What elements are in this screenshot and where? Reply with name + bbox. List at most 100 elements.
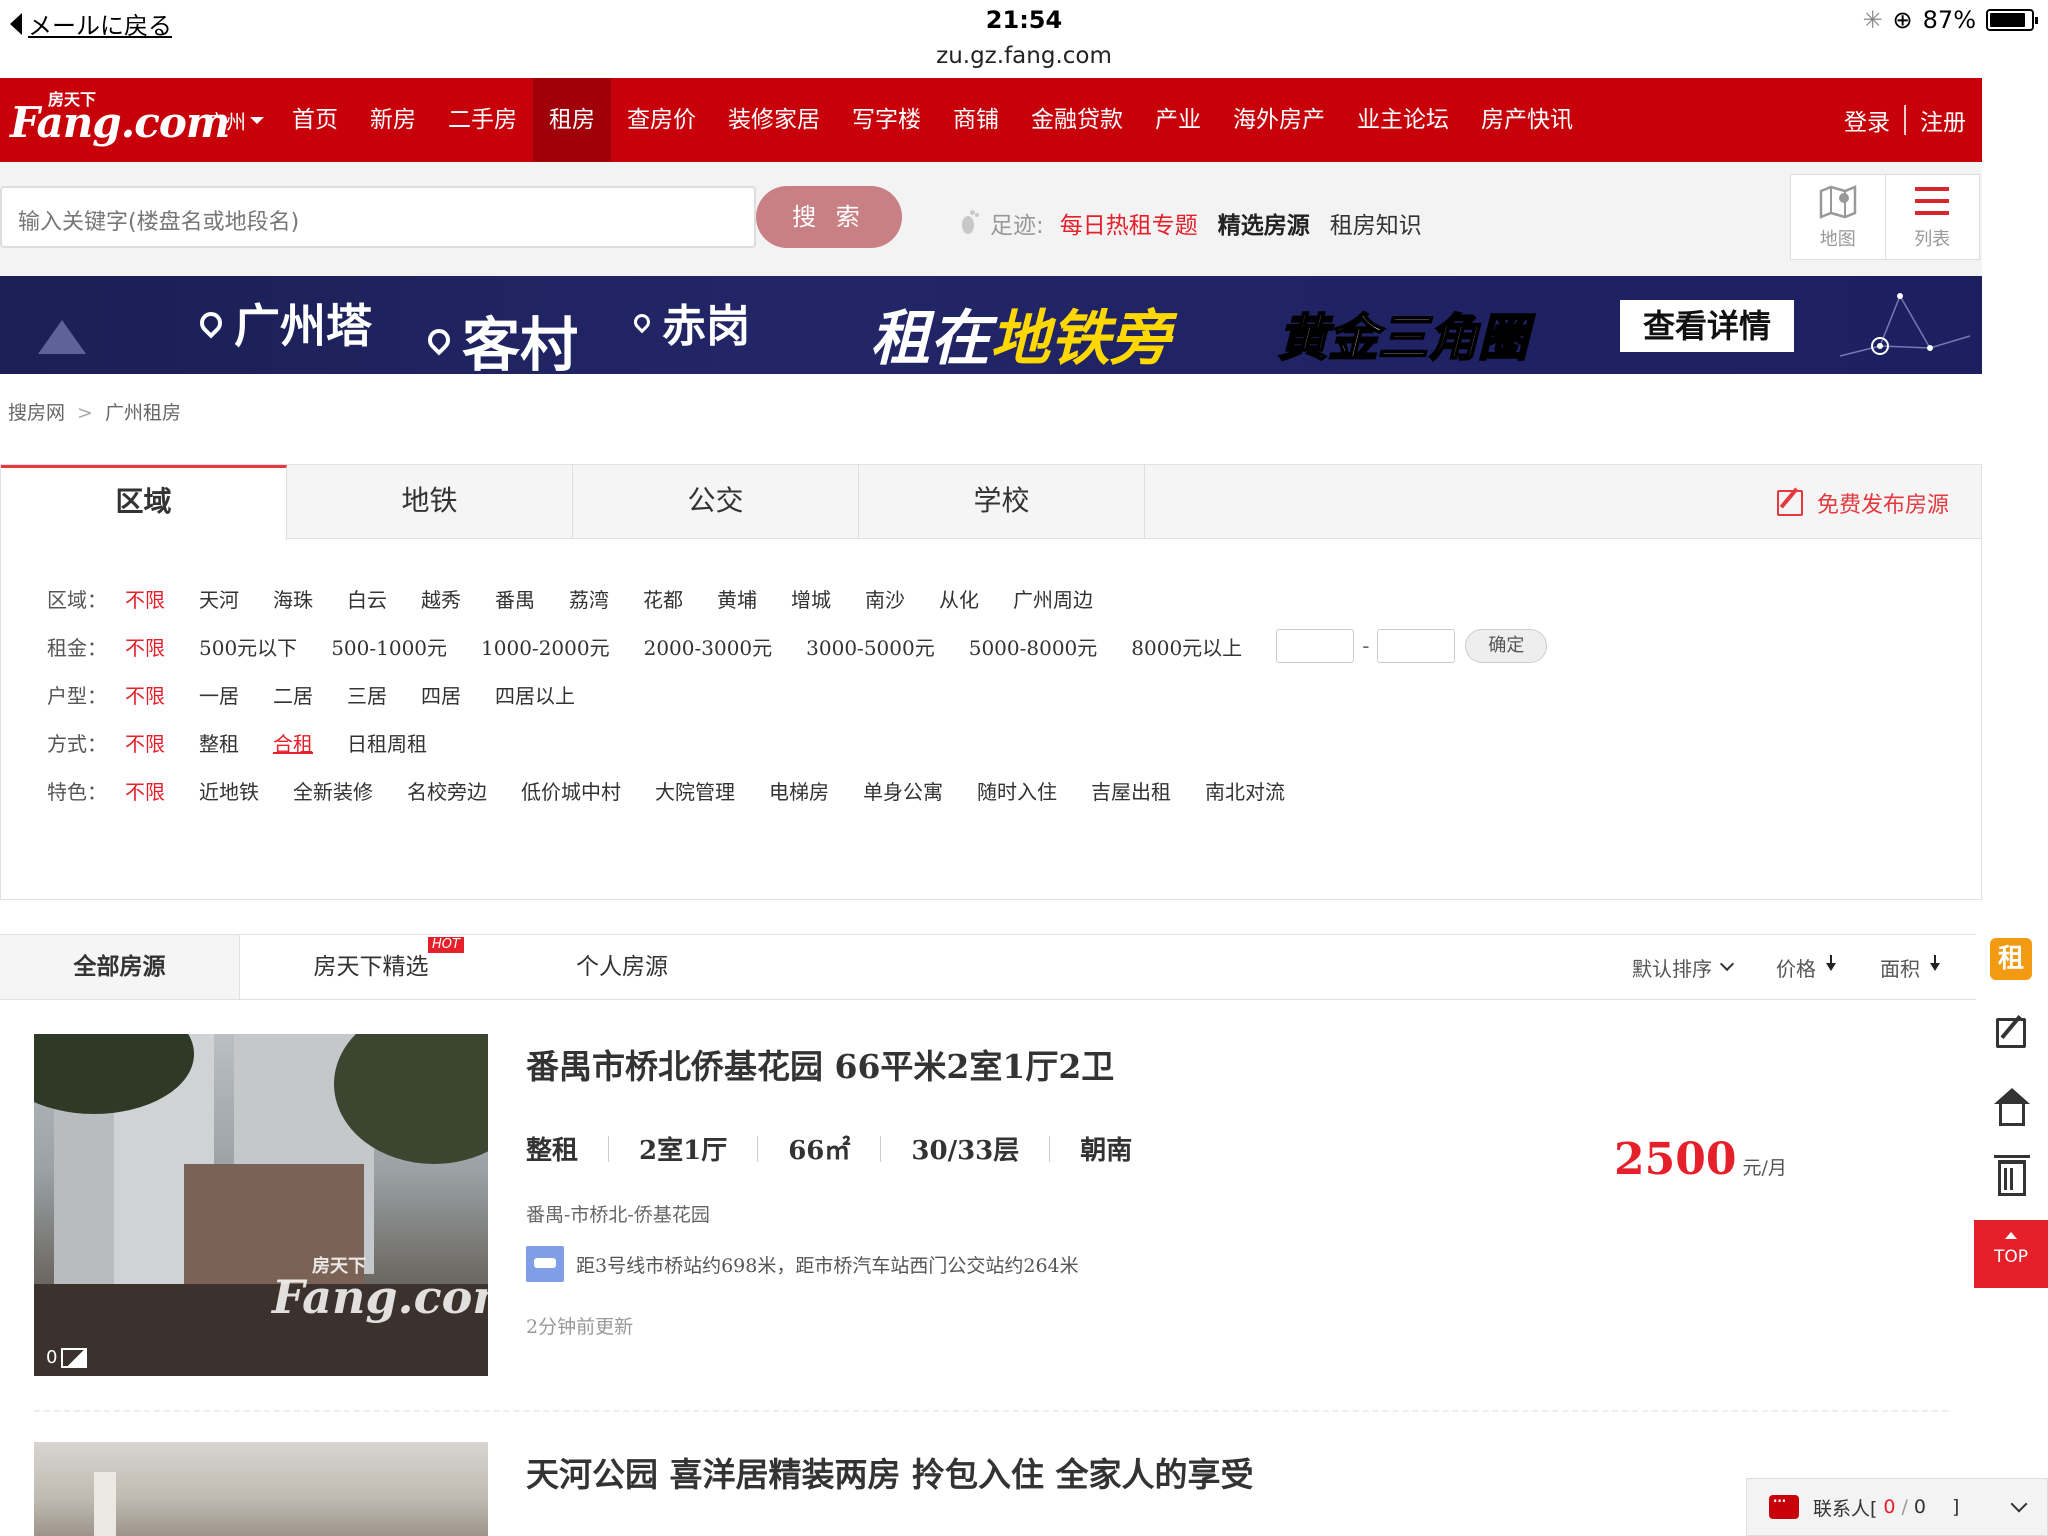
listing-title[interactable]: 番禺市桥北侨基花园 66平米2室1厅2卫 (526, 1040, 1114, 1088)
nav-item-0[interactable]: 首页 (276, 78, 354, 162)
filter-option[interactable]: 广州周边 (1013, 584, 1093, 613)
contact-label: 联系人[ (1813, 1497, 1878, 1520)
filter-option[interactable]: 不限 (125, 632, 165, 661)
filter-option[interactable]: 不限 (125, 584, 165, 613)
filter-option[interactable]: 白云 (347, 584, 387, 613)
confirm-price-button[interactable]: 确定 (1465, 629, 1548, 663)
filter-option[interactable]: 增城 (791, 584, 831, 613)
filter-tab-3[interactable]: 学校 (859, 465, 1145, 539)
listing-card[interactable]: 房天下Fang.com 0 番禺市桥北侨基花园 66平米2室1厅2卫 整租 2室1… (34, 1034, 1949, 1380)
filter-option[interactable]: 名校旁边 (407, 776, 487, 805)
chevron-down-icon[interactable] (2010, 1495, 2028, 1513)
nav-item-2[interactable]: 二手房 (432, 78, 533, 162)
tab-all-listings[interactable]: 全部房源 (0, 935, 240, 999)
sort-area[interactable]: 面积 (1880, 953, 1940, 982)
delete-shortcut-button[interactable] (1974, 1144, 2048, 1216)
listing-photo[interactable]: 房天下Fang.com 0 (34, 1034, 488, 1376)
nav-item-5[interactable]: 装修家居 (712, 78, 836, 162)
filter-option[interactable]: 一居 (199, 680, 239, 709)
hot-rent-topic-link[interactable]: 每日热租专题 (1060, 206, 1198, 240)
filter-option[interactable]: 电梯房 (769, 776, 829, 805)
sort-price[interactable]: 价格 (1776, 953, 1836, 982)
filter-option[interactable]: 3000-5000元 (806, 632, 935, 661)
nav-item-3[interactable]: 租房 (533, 78, 611, 162)
filter-option[interactable]: 500元以下 (199, 632, 297, 661)
publish-shortcut-button[interactable] (1974, 1000, 2048, 1072)
back-to-top-button[interactable]: TOP (1974, 1220, 2048, 1288)
filter-option[interactable]: 越秀 (421, 584, 461, 613)
filter-option[interactable]: 二居 (273, 680, 313, 709)
filter-option[interactable]: 8000元以上 (1131, 632, 1242, 661)
filter-tab-0[interactable]: 区域 (1, 465, 287, 540)
nav-item-4[interactable]: 查房价 (611, 78, 712, 162)
list-view-button[interactable]: 列表 (1886, 175, 1980, 259)
filter-option[interactable]: 天河 (199, 584, 239, 613)
filter-option[interactable]: 大院管理 (655, 776, 735, 805)
filter-option[interactable]: 1000-2000元 (481, 632, 610, 661)
filter-option[interactable]: 海珠 (273, 584, 313, 613)
filter-option[interactable]: 整租 (199, 728, 239, 757)
nav-item-1[interactable]: 新房 (354, 78, 432, 162)
contact-bar[interactable]: 联系人[ 0 / 0 ] (1746, 1478, 2048, 1536)
filter-option[interactable]: 不限 (125, 776, 165, 805)
search-button[interactable]: 搜 索 (756, 186, 902, 248)
fang-logo[interactable]: 房天下 Fang.com (0, 78, 230, 162)
listing-transit: 距3号线市桥站约698米，距市桥汽车站西门公交站约264米 (526, 1246, 1079, 1282)
nav-item-12[interactable]: 房产快讯 (1465, 78, 1589, 162)
listing-photo[interactable] (34, 1442, 488, 1536)
filter-option[interactable]: 合租 (273, 728, 313, 757)
filter-tab-1[interactable]: 地铁 (287, 465, 573, 539)
tab-personal-listings[interactable]: 个人房源 (560, 935, 684, 999)
filter-option[interactable]: 吉屋出租 (1091, 776, 1171, 805)
publish-listing-link[interactable]: 免费发布房源 (1776, 487, 1949, 519)
filter-option[interactable]: 不限 (125, 680, 165, 709)
filter-option[interactable]: 从化 (939, 584, 979, 613)
filter-option[interactable]: 不限 (125, 728, 165, 757)
filter-option[interactable]: 四居以上 (495, 680, 575, 709)
filter-option[interactable]: 全新装修 (293, 776, 373, 805)
tab-fang-selected[interactable]: 房天下精选 (296, 935, 446, 999)
filter-option[interactable]: 5000-8000元 (969, 632, 1098, 661)
nav-item-11[interactable]: 业主论坛 (1341, 78, 1465, 162)
search-input[interactable]: 输入关键字(楼盘名或地段名) (0, 186, 756, 248)
nav-item-9[interactable]: 产业 (1139, 78, 1217, 162)
rent-knowledge-link[interactable]: 租房知识 (1330, 206, 1422, 240)
min-price-input[interactable] (1276, 629, 1355, 663)
url-bar[interactable]: zu.gz.fang.com (0, 40, 2048, 78)
nav-item-6[interactable]: 写字楼 (836, 78, 937, 162)
nav-item-10[interactable]: 海外房产 (1217, 78, 1341, 162)
featured-listings-link[interactable]: 精选房源 (1218, 206, 1310, 240)
login-link[interactable]: 登录 (1844, 103, 1890, 137)
filter-option[interactable]: 单身公寓 (863, 776, 943, 805)
max-price-input[interactable] (1377, 629, 1456, 663)
filter-option[interactable]: 500-1000元 (331, 632, 447, 661)
filter-option[interactable]: 花都 (643, 584, 683, 613)
filter-tab-2[interactable]: 公交 (573, 465, 859, 539)
nav-item-7[interactable]: 商铺 (937, 78, 1015, 162)
filter-option[interactable]: 日租周租 (347, 728, 427, 757)
map-view-button[interactable]: 地图 (1791, 175, 1886, 259)
sort-default[interactable]: 默认排序 (1632, 953, 1735, 982)
filter-option[interactable]: 四居 (421, 680, 461, 709)
filter-option[interactable]: 番禺 (495, 584, 535, 613)
filter-option[interactable]: 南沙 (865, 584, 905, 613)
filter-option[interactable]: 荔湾 (569, 584, 609, 613)
banner-detail-button[interactable]: 查看详情 (1620, 300, 1794, 352)
publish-label: 免费发布房源 (1816, 493, 1949, 518)
nav-item-8[interactable]: 金融贷款 (1015, 78, 1139, 162)
house-shortcut-button[interactable] (1974, 1072, 2048, 1144)
promo-banner[interactable]: 广州塔 客村 赤岗 租在地铁旁 黄金三角圈 查看详情 (0, 276, 1982, 374)
filter-option[interactable]: 2000-3000元 (644, 632, 773, 661)
filter-option[interactable]: 近地铁 (199, 776, 259, 805)
breadcrumb-home[interactable]: 搜房网 (8, 402, 65, 424)
divider (1904, 105, 1906, 135)
register-link[interactable]: 注册 (1920, 103, 1966, 137)
filter-option[interactable]: 黄埔 (717, 584, 757, 613)
breadcrumb-current[interactable]: 广州租房 (105, 402, 181, 424)
listing-title[interactable]: 天河公园 喜洋居精装两房 拎包入住 全家人的享受 (526, 1448, 1253, 1496)
filter-option[interactable]: 低价城中村 (521, 776, 621, 805)
filter-option[interactable]: 三居 (347, 680, 387, 709)
filter-option[interactable]: 南北对流 (1205, 776, 1285, 805)
rent-shortcut-button[interactable]: 租 (1974, 928, 2048, 1000)
filter-option[interactable]: 随时入住 (977, 776, 1057, 805)
